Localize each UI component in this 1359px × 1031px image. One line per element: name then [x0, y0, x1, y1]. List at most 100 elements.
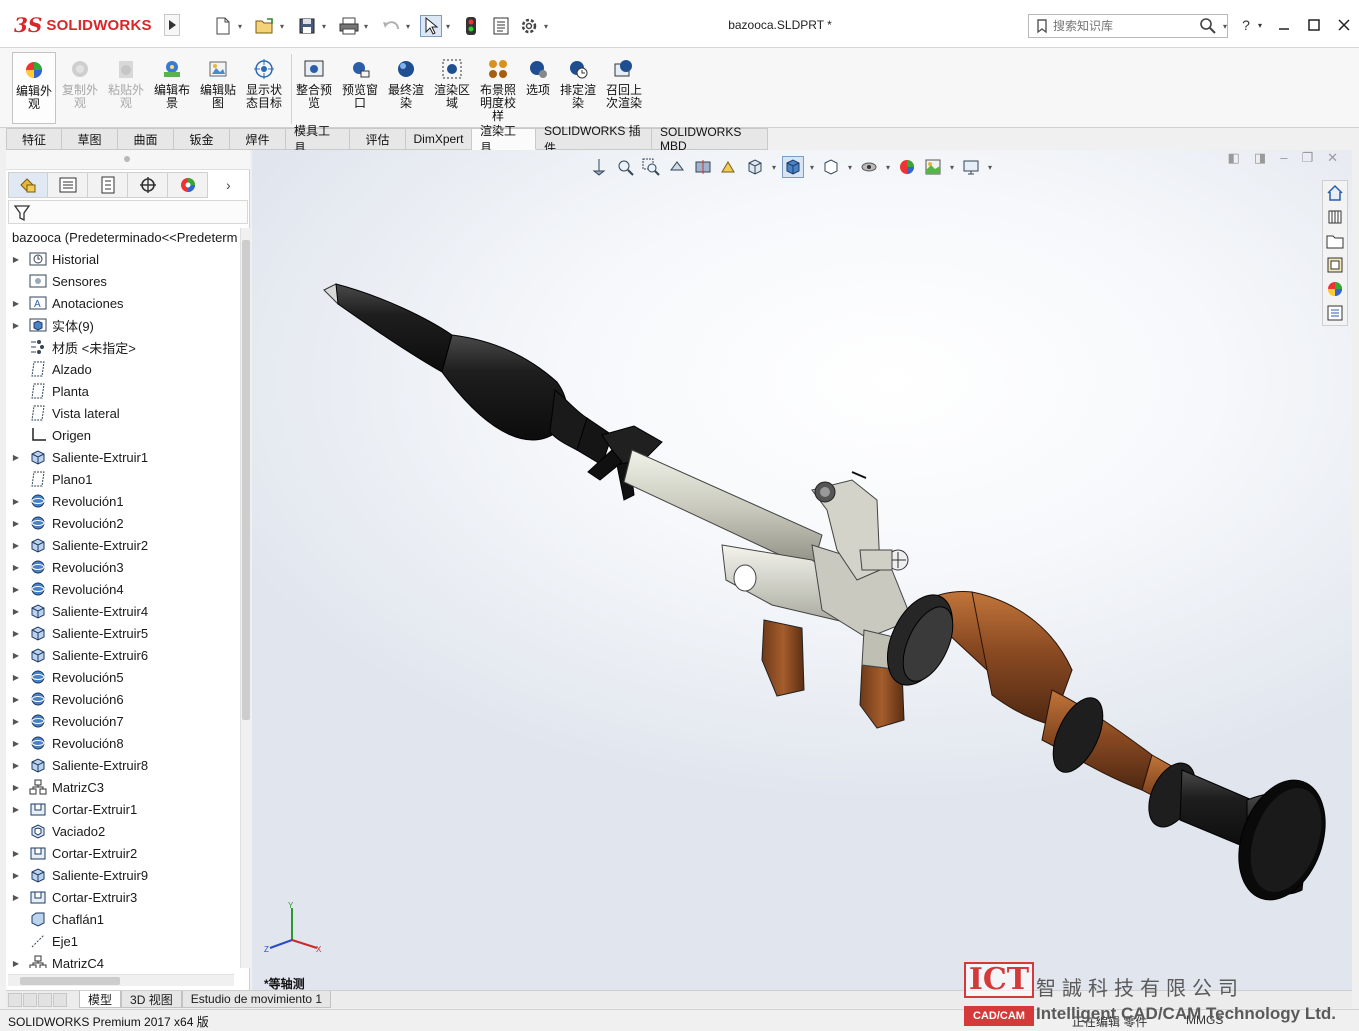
- expand-arrow-icon[interactable]: ▶: [8, 644, 24, 666]
- expand-arrow-icon[interactable]: ▶: [8, 710, 24, 732]
- tab-solidworks-mbd[interactable]: SOLIDWORKS MBD: [652, 125, 768, 153]
- last-tab-icon[interactable]: [53, 992, 67, 1007]
- tree-item[interactable]: ▶ Cortar-Extruir3: [6, 886, 238, 908]
- tab-3d-views[interactable]: 3D 视图: [121, 991, 182, 1008]
- custom-properties-icon[interactable]: [1323, 301, 1347, 325]
- new-document-icon[interactable]: [212, 15, 234, 37]
- expand-arrow-icon[interactable]: ▶: [8, 556, 24, 578]
- tab-weldments[interactable]: 焊件: [230, 128, 286, 150]
- file-explorer-icon[interactable]: [1323, 229, 1347, 253]
- panel-splitter-handle[interactable]: [6, 150, 250, 170]
- display-state-target-button[interactable]: 显示状态目标: [242, 52, 286, 124]
- tree-item[interactable]: ▶ Revolución5: [6, 666, 238, 688]
- tree-item[interactable]: ▶ Revolución1: [6, 490, 238, 512]
- copy-appearance-button[interactable]: 复制外观: [58, 52, 102, 124]
- design-library-icon[interactable]: [1323, 205, 1347, 229]
- expand-arrow-icon[interactable]: ▶: [8, 732, 24, 754]
- options-dropdown-icon[interactable]: ▾: [542, 15, 550, 37]
- tree-item[interactable]: ▶ Saliente-Extruir1: [6, 446, 238, 468]
- expand-arrow-icon[interactable]: ▶: [8, 952, 24, 968]
- tree-item[interactable]: Vaciado2: [6, 820, 238, 842]
- tree-item[interactable]: Plano1: [6, 468, 238, 490]
- expand-arrow-icon[interactable]: ▶: [8, 754, 24, 776]
- recall-last-render-button[interactable]: 召回上次渲染: [602, 52, 646, 124]
- first-tab-icon[interactable]: [8, 992, 22, 1007]
- tab-model[interactable]: 模型: [79, 991, 122, 1008]
- tree-item[interactable]: ▶ Revolución3: [6, 556, 238, 578]
- expand-arrow-icon[interactable]: ▶: [8, 446, 24, 468]
- expand-arrow-icon[interactable]: ▶: [8, 886, 24, 908]
- tab-sheet-metal[interactable]: 钣金: [174, 128, 230, 150]
- knowledge-search-box[interactable]: ▾: [1028, 14, 1228, 38]
- tree-item[interactable]: ▶ Cortar-Extruir1: [6, 798, 238, 820]
- tab-features[interactable]: 特征: [6, 128, 62, 150]
- open-dropdown-icon[interactable]: ▾: [278, 15, 286, 37]
- new-dropdown-icon[interactable]: ▾: [236, 15, 244, 37]
- edit-scene-button[interactable]: 编辑布景: [150, 52, 194, 124]
- open-folder-icon[interactable]: [254, 15, 276, 37]
- tree-item[interactable]: ▶ Saliente-Extruir5: [6, 622, 238, 644]
- next-tab-icon[interactable]: [38, 992, 52, 1007]
- tab-render-tools[interactable]: 渲染工具: [472, 124, 536, 155]
- tree-item[interactable]: ▶ Revolución7: [6, 710, 238, 732]
- tree-item[interactable]: ▶ Saliente-Extruir9: [6, 864, 238, 886]
- tree-item[interactable]: ▶ 实体(9): [6, 314, 238, 336]
- expand-arrow-icon[interactable]: ▶: [8, 600, 24, 622]
- tree-item[interactable]: Chaflán1: [6, 908, 238, 930]
- select-arrow-icon[interactable]: [420, 15, 442, 37]
- tab-sketch[interactable]: 草图: [62, 128, 118, 150]
- tab-dimxpert-manager[interactable]: [128, 172, 168, 198]
- search-icon[interactable]: [1199, 17, 1217, 35]
- expand-arrow-icon[interactable]: ▶: [8, 776, 24, 798]
- tree-item[interactable]: ▶ MatrizC3: [6, 776, 238, 798]
- preview-window-button[interactable]: 预览窗口: [338, 52, 382, 124]
- solidworks-logo[interactable]: 3S SOLIDWORKS: [14, 10, 152, 40]
- tree-item[interactable]: ▶ Revolución4: [6, 578, 238, 600]
- minimize-icon[interactable]: [1274, 14, 1294, 36]
- tab-dimxpert[interactable]: DimXpert: [406, 128, 472, 150]
- options-button[interactable]: 选项: [516, 52, 560, 124]
- paste-appearance-button[interactable]: 粘贴外观: [104, 52, 148, 124]
- expand-arrow-icon[interactable]: ▶: [8, 248, 24, 270]
- help-dropdown-icon[interactable]: ▾: [1256, 14, 1264, 36]
- file-properties-icon[interactable]: [490, 15, 512, 37]
- scrollbar-thumb[interactable]: [242, 240, 250, 720]
- home-icon[interactable]: [1323, 181, 1347, 205]
- tab-mold-tools[interactable]: 模具工具: [286, 124, 350, 155]
- save-icon[interactable]: [296, 15, 318, 37]
- tree-filter-box[interactable]: [8, 200, 248, 224]
- help-button[interactable]: ?: [1236, 14, 1256, 36]
- tree-vertical-scrollbar[interactable]: [240, 228, 250, 968]
- tab-property-manager[interactable]: [48, 172, 88, 198]
- tree-item[interactable]: ▶ Saliente-Extruir2: [6, 534, 238, 556]
- graphics-area[interactable]: ▾ ▾ ▾ ▾ ▾ ▾ ◧ ◨ – ❐ ✕ Y X Z *等轴测: [252, 150, 1352, 990]
- tree-item[interactable]: ▶ Saliente-Extruir4: [6, 600, 238, 622]
- save-dropdown-icon[interactable]: ▾: [320, 15, 328, 37]
- view-palette-icon[interactable]: [1323, 253, 1347, 277]
- tree-item[interactable]: Origen: [6, 424, 238, 446]
- expand-arrow-icon[interactable]: ▶: [8, 622, 24, 644]
- tab-solidworks-addins[interactable]: SOLIDWORKS 插件: [536, 124, 652, 155]
- receiver[interactable]: [721, 471, 913, 639]
- bazooka-model[interactable]: [252, 150, 1352, 990]
- tree-horizontal-scrollbar[interactable]: [8, 974, 234, 986]
- expand-arrow-icon[interactable]: ▶: [8, 292, 24, 314]
- scrollbar-thumb[interactable]: [20, 977, 120, 985]
- expand-arrow-icon[interactable]: ▶: [8, 314, 24, 336]
- tree-item[interactable]: Sensores: [6, 270, 238, 292]
- options-gear-icon[interactable]: [518, 15, 540, 37]
- schedule-render-button[interactable]: 排定渲染: [556, 52, 600, 124]
- tab-configuration-manager[interactable]: [88, 172, 128, 198]
- tree-item[interactable]: Eje1: [6, 930, 238, 952]
- expand-arrow-icon[interactable]: ▶: [8, 666, 24, 688]
- exhaust-bell[interactable]: [1179, 768, 1341, 912]
- expand-arrow-icon[interactable]: ▶: [8, 512, 24, 534]
- tab-display-manager[interactable]: [168, 172, 208, 198]
- tree-root-part[interactable]: bazooca (Predeterminado<<Predeterminado>: [6, 226, 238, 248]
- expand-arrow-icon[interactable]: ▶: [8, 864, 24, 886]
- rebuild-traffic-light-icon[interactable]: [460, 15, 482, 37]
- chevron-right-icon[interactable]: ›: [226, 177, 231, 193]
- tree-item[interactable]: ▶ Historial: [6, 248, 238, 270]
- scene-illumination-proof-button[interactable]: 布景照明度校样: [476, 52, 520, 124]
- tree-item[interactable]: Planta: [6, 380, 238, 402]
